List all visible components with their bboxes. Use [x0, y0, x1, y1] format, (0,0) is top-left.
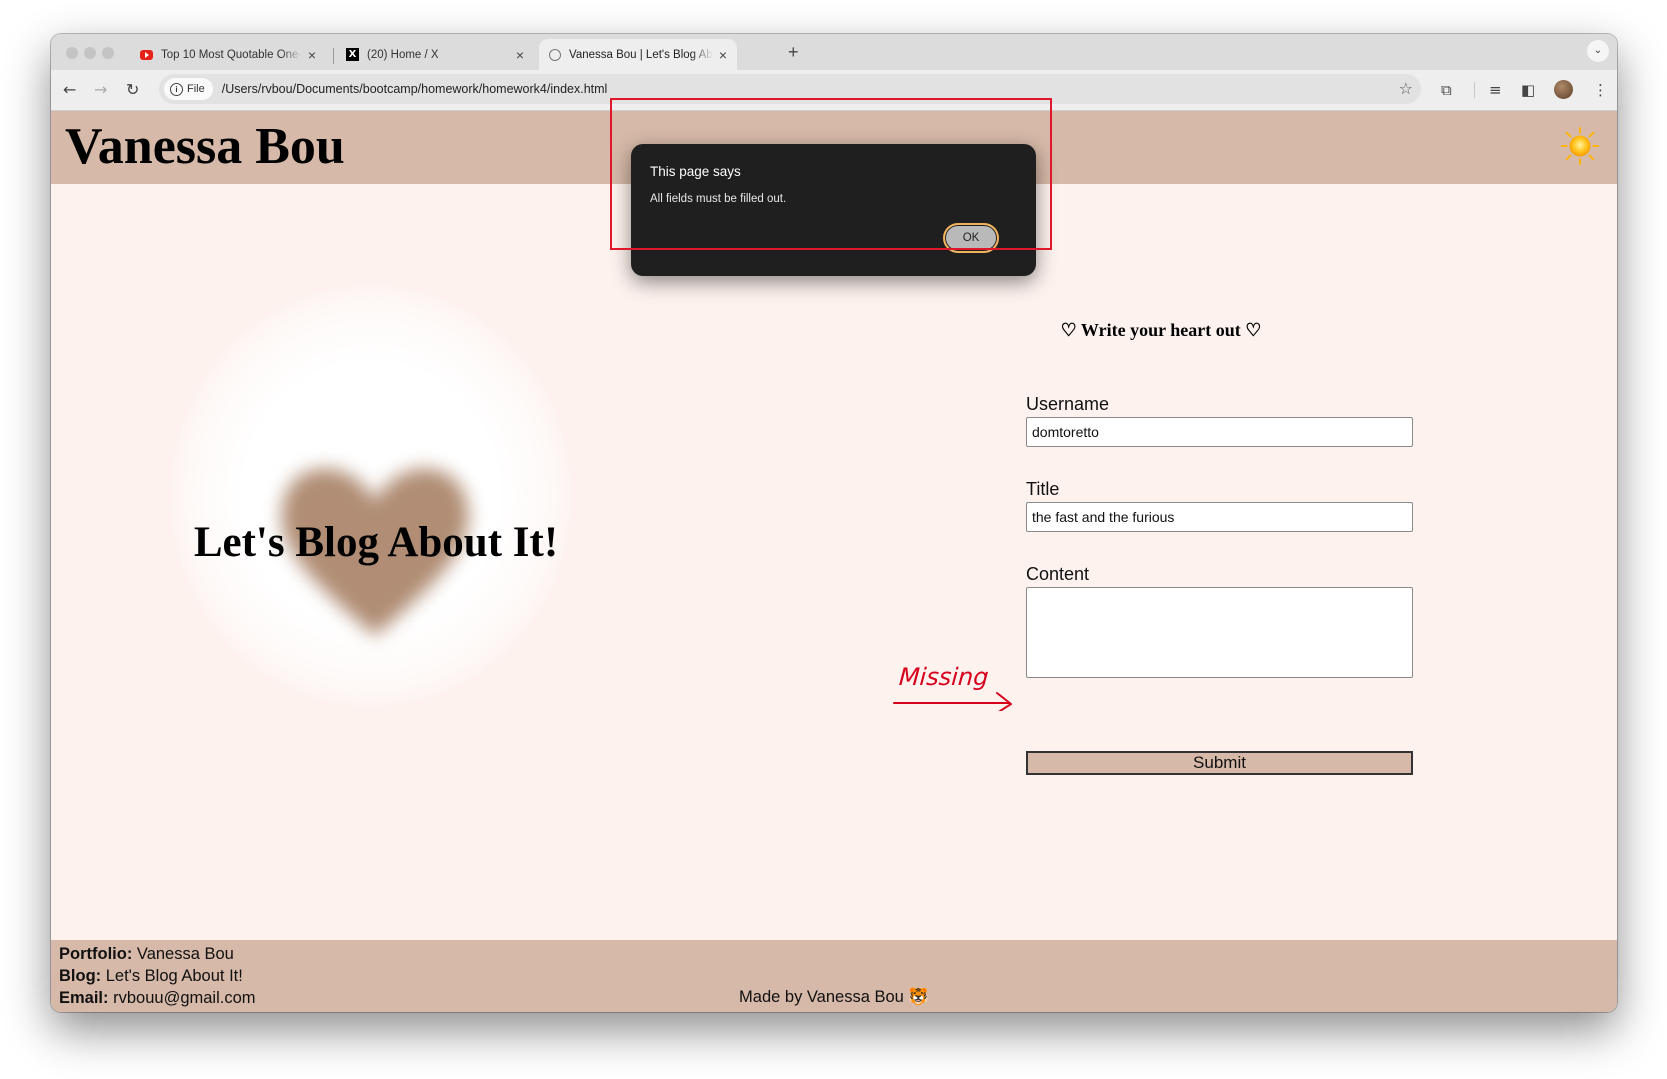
side-panel-icon[interactable]: ◧	[1521, 81, 1535, 99]
content-textarea[interactable]	[1026, 587, 1413, 678]
tab-title: Top 10 Most Quotable One-Liners	[161, 48, 302, 61]
close-tab-icon[interactable]: ×	[719, 47, 727, 63]
tab-title: (20) Home / X	[367, 48, 439, 61]
bookmark-star-icon[interactable]: ☆	[1399, 79, 1413, 98]
title-label: Title	[1026, 479, 1060, 499]
close-tab-icon[interactable]: ×	[308, 47, 316, 63]
tab-1[interactable]: Top 10 Most Quotable One-Liners ×	[130, 39, 326, 70]
globe-icon	[549, 48, 561, 61]
info-icon: i	[170, 82, 183, 96]
site-footer: Portfolio: Vanessa Bou Blog: Let's Blog …	[51, 940, 1617, 1012]
username-label: Username	[1026, 394, 1110, 414]
profile-avatar[interactable]	[1554, 80, 1573, 99]
site-info-label: File	[187, 83, 205, 95]
reload-icon[interactable]: ↻	[126, 80, 139, 99]
site-info-chip[interactable]: i File	[164, 78, 213, 100]
url-text[interactable]: /Users/rvbou/Documents/bootcamp/homework…	[222, 82, 608, 96]
hero-title: Let's Blog About It!	[193, 519, 559, 566]
tab-3-active[interactable]: Vanessa Bou | Let's Blog About It! ×	[539, 39, 737, 70]
made-by-credit: Made by Vanessa Bou 🐯	[739, 988, 929, 1006]
tab-strip: Top 10 Most Quotable One-Liners × X (20)…	[51, 34, 1617, 70]
close-window-button[interactable]	[66, 47, 78, 59]
tab-2[interactable]: X (20) Home / X ×	[336, 39, 534, 70]
back-arrow-icon[interactable]: ←	[63, 80, 76, 99]
site-title: Vanessa Bou	[65, 118, 345, 175]
new-tab-button[interactable]: +	[788, 42, 799, 63]
youtube-icon	[140, 49, 153, 60]
blog-label: Blog:	[59, 967, 102, 985]
x-logo-icon: X	[346, 48, 359, 61]
content-label: Content	[1026, 564, 1090, 584]
dialog-highlight-box	[610, 98, 1052, 250]
media-control-icon[interactable]: ≡	[1489, 81, 1502, 99]
browser-window: Top 10 Most Quotable One-Liners × X (20)…	[51, 34, 1617, 1012]
form-heading: ♡ Write your heart out ♡	[1060, 320, 1262, 340]
toolbar-separator	[1474, 82, 1475, 98]
username-input[interactable]: domtoretto	[1026, 417, 1413, 447]
sun-icon[interactable]	[1561, 127, 1599, 165]
close-tab-icon[interactable]: ×	[516, 47, 524, 63]
extensions-puzzle-icon[interactable]: ⧉	[1441, 81, 1452, 99]
maximize-window-button[interactable]	[102, 47, 114, 59]
title-input[interactable]: the fast and the furious	[1026, 502, 1413, 532]
footer-portfolio: Portfolio: Vanessa Bou	[59, 945, 234, 964]
blog-link[interactable]: Let's Blog About It!	[106, 967, 243, 985]
portfolio-link[interactable]: Vanessa Bou	[137, 945, 234, 963]
missing-arrow-icon	[893, 692, 1012, 711]
tab-title: Vanessa Bou | Let's Blog About It!	[569, 48, 713, 61]
submit-button[interactable]: Submit	[1026, 751, 1413, 775]
footer-blog: Blog: Let's Blog About It!	[59, 967, 243, 986]
portfolio-label: Portfolio:	[59, 945, 133, 963]
minimize-window-button[interactable]	[84, 47, 96, 59]
more-menu-icon[interactable]: ⋮	[1593, 81, 1608, 99]
tab-search-button[interactable]: ⌄	[1587, 40, 1609, 62]
tab-separator	[333, 48, 334, 64]
forward-arrow-icon[interactable]: →	[94, 80, 107, 99]
